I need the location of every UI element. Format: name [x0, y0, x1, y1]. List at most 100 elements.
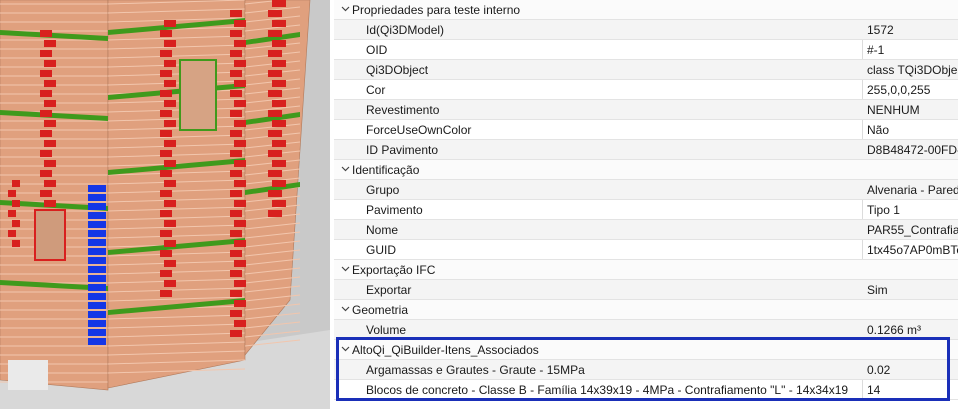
- property-row[interactable]: Exportar Sim: [334, 280, 958, 300]
- 3d-viewport[interactable]: [0, 0, 330, 409]
- property-row[interactable]: Argamassas e Grautes - Graute - 15MPa 0.0…: [334, 360, 958, 380]
- grout-block: [230, 190, 242, 197]
- property-row[interactable]: ForceUseOwnColor Não: [334, 120, 958, 140]
- selected-block: [88, 185, 106, 192]
- grout-block: [160, 290, 172, 297]
- grout-block: [44, 40, 56, 47]
- property-value[interactable]: 1tx45o7AP0mBTc: [867, 243, 958, 257]
- grout-block: [160, 70, 172, 77]
- property-value[interactable]: 14: [867, 383, 958, 397]
- grout-block: [44, 100, 56, 107]
- grout-block: [272, 60, 286, 67]
- category-label: Identificação: [352, 163, 420, 177]
- wall-opening: [34, 209, 66, 261]
- property-name: GUID: [366, 243, 396, 257]
- property-value[interactable]: #-1: [867, 43, 958, 57]
- property-row[interactable]: Pavimento Tipo 1: [334, 200, 958, 220]
- property-row[interactable]: Revestimento NENHUM: [334, 100, 958, 120]
- property-name: Nome: [366, 223, 399, 237]
- chevron-down-icon[interactable]: [340, 164, 350, 174]
- property-value[interactable]: Tipo 1: [867, 203, 958, 217]
- grout-block: [40, 110, 52, 117]
- selected-block: [88, 248, 106, 255]
- property-value[interactable]: PAR55_Contrafian: [867, 223, 958, 237]
- grout-block: [234, 200, 246, 207]
- chevron-down-icon[interactable]: [340, 344, 350, 354]
- grout-block: [234, 80, 246, 87]
- grout-block: [164, 160, 176, 167]
- grout-block: [40, 50, 52, 57]
- property-row[interactable]: Id(Qi3DModel) 1572: [334, 20, 958, 40]
- selected-block: [88, 302, 106, 309]
- grout-block: [234, 40, 246, 47]
- property-value[interactable]: Alvenaria - Pared: [867, 183, 958, 197]
- property-row[interactable]: Qi3DObject class TQi3DObjec: [334, 60, 958, 80]
- grout-block: [234, 180, 246, 187]
- grout-block: [12, 200, 20, 207]
- wall-opening: [179, 59, 217, 131]
- grout-block: [164, 20, 176, 27]
- property-value[interactable]: Não: [867, 123, 958, 137]
- grout-block: [230, 230, 242, 237]
- grout-block: [272, 40, 286, 47]
- grout-block: [160, 30, 172, 37]
- property-row[interactable]: GUID 1tx45o7AP0mBTc: [334, 240, 958, 260]
- property-value[interactable]: D8B48472-00FD-: [867, 143, 958, 157]
- selected-block: [88, 320, 106, 327]
- selected-block: [88, 221, 106, 228]
- grout-block: [234, 260, 246, 267]
- property-row[interactable]: Grupo Alvenaria - Pared: [334, 180, 958, 200]
- grout-block: [160, 130, 172, 137]
- category-row[interactable]: Exportação IFC: [334, 260, 958, 280]
- grout-block: [40, 150, 52, 157]
- property-value[interactable]: NENHUM: [867, 103, 958, 117]
- grout-block: [164, 240, 176, 247]
- category-row[interactable]: AltoQi_QiBuilder-Itens_Associados: [334, 340, 958, 360]
- grout-block: [164, 80, 176, 87]
- property-row[interactable]: Blocos de concreto - Classe B - Família …: [334, 380, 958, 400]
- property-name: Grupo: [366, 183, 400, 197]
- selected-block: [88, 230, 106, 237]
- property-value[interactable]: 1572: [867, 23, 958, 37]
- grout-block: [160, 150, 172, 157]
- grout-block: [230, 50, 242, 57]
- property-row[interactable]: ID Pavimento D8B48472-00FD-: [334, 140, 958, 160]
- property-value[interactable]: 0.02: [867, 363, 958, 377]
- property-row[interactable]: Nome PAR55_Contrafian: [334, 220, 958, 240]
- property-name: ForceUseOwnColor: [366, 123, 472, 137]
- grout-block: [234, 320, 246, 327]
- building-3d-model[interactable]: [0, 0, 330, 409]
- property-grid: Propriedades para teste interno Id(Qi3DMo…: [334, 0, 958, 409]
- grout-block: [230, 10, 242, 17]
- property-name: Revestimento: [366, 103, 440, 117]
- property-row[interactable]: OID #-1: [334, 40, 958, 60]
- grout-block: [234, 20, 246, 27]
- grout-block: [234, 60, 246, 67]
- grout-block: [272, 200, 286, 207]
- property-name: OID: [366, 43, 388, 57]
- property-name: Argamassas e Grautes - Graute - 15MPa: [366, 363, 585, 377]
- property-name: Id(Qi3DModel): [366, 23, 445, 37]
- grout-block: [268, 10, 282, 17]
- selected-block: [88, 338, 106, 345]
- wall-middle: [107, 0, 246, 389]
- property-row[interactable]: Cor 255,0,0,255: [334, 80, 958, 100]
- property-value[interactable]: 0.1266 m³: [867, 323, 958, 337]
- grout-block: [272, 120, 286, 127]
- grout-block: [268, 210, 282, 217]
- grout-block: [164, 180, 176, 187]
- grout-block: [234, 100, 246, 107]
- category-row[interactable]: Geometria: [334, 300, 958, 320]
- category-row[interactable]: Propriedades para teste interno: [334, 0, 958, 20]
- property-value[interactable]: class TQi3DObjec: [867, 63, 958, 77]
- chevron-down-icon[interactable]: [340, 304, 350, 314]
- property-value[interactable]: 255,0,0,255: [867, 83, 958, 97]
- chevron-down-icon[interactable]: [340, 264, 350, 274]
- grout-block: [164, 40, 176, 47]
- property-value[interactable]: Sim: [867, 283, 958, 297]
- grout-block: [272, 20, 286, 27]
- category-row[interactable]: Identificação: [334, 160, 958, 180]
- property-row[interactable]: Volume 0.1266 m³: [334, 320, 958, 340]
- chevron-down-icon[interactable]: [340, 4, 350, 14]
- grout-block: [230, 90, 242, 97]
